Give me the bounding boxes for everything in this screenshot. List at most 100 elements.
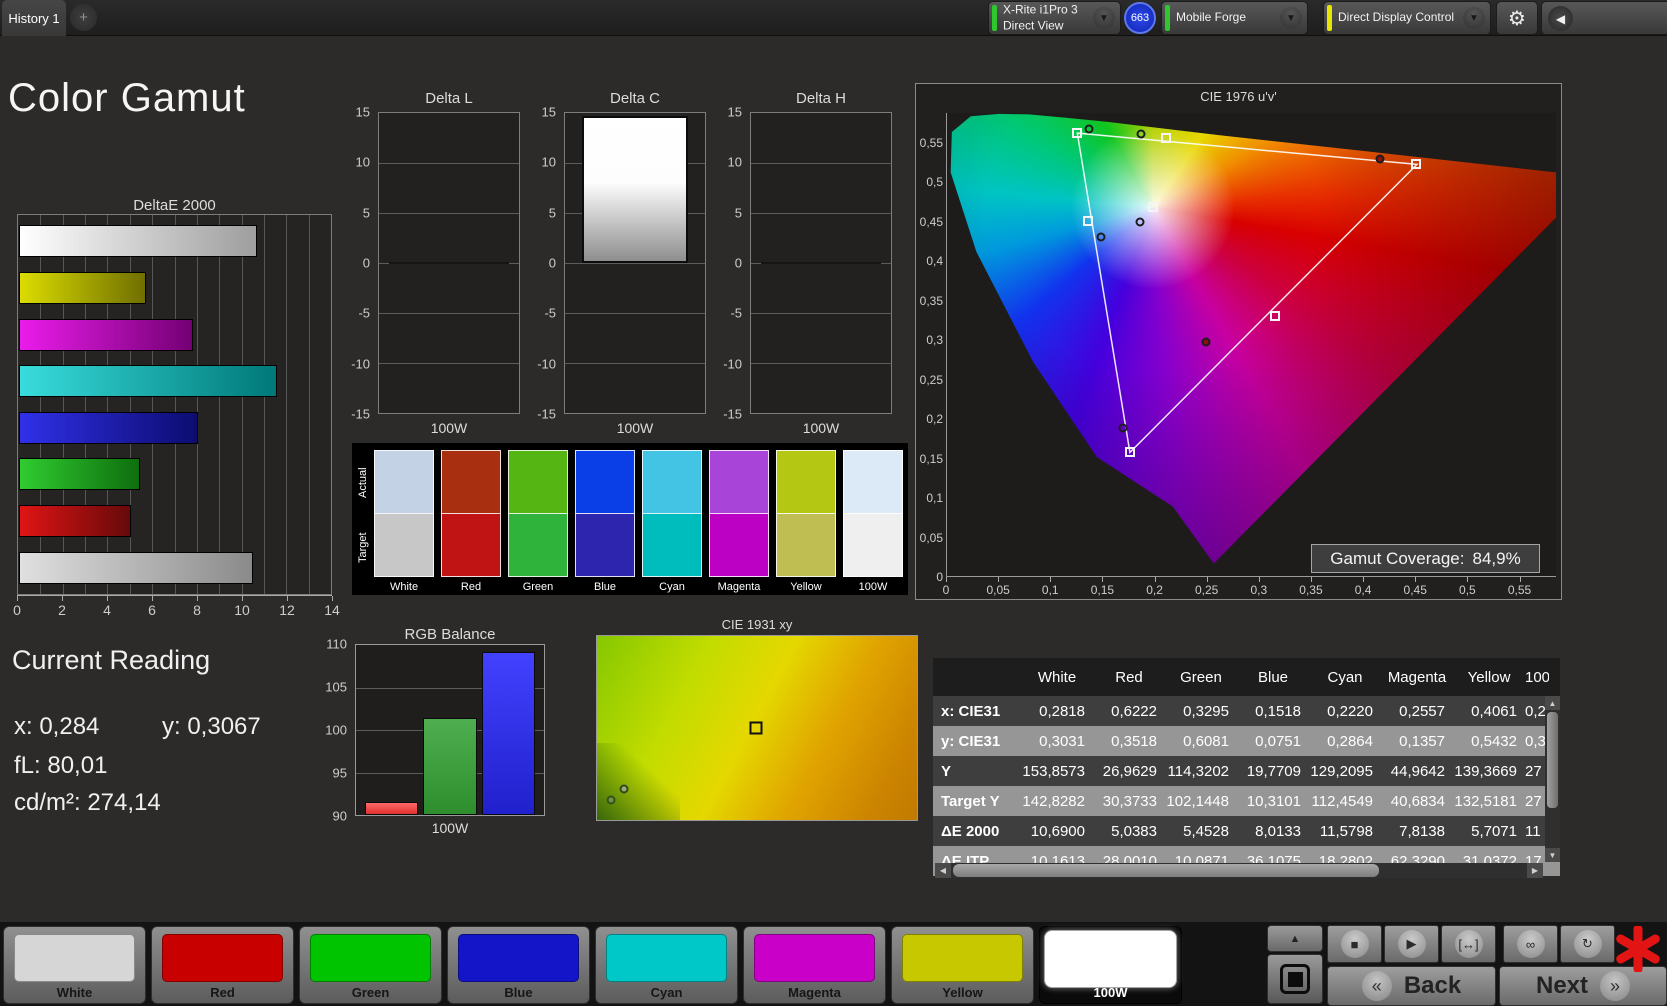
table-vertical-scrollbar[interactable]: ▲ ▼ xyxy=(1545,696,1560,862)
cie1976-title: CIE 1976 u'v' xyxy=(916,89,1561,104)
table-horizontal-scrollbar[interactable]: ◀ ▶ xyxy=(935,863,1543,878)
x-tick-label: 0,15 xyxy=(1091,583,1114,597)
table-cell: 0,2818 xyxy=(1021,703,1093,720)
actual-swatch-yellow xyxy=(776,450,836,514)
y-tick-label: 0,1 xyxy=(926,491,943,505)
swatch-label: Red xyxy=(441,581,501,593)
y-tick-label: -10 xyxy=(723,356,742,371)
add-tab-button[interactable]: + xyxy=(70,4,97,31)
meter-count-badge[interactable]: 663 xyxy=(1124,2,1156,34)
stop-button[interactable]: ■ xyxy=(1327,925,1382,963)
target-point-white xyxy=(1148,202,1158,212)
measured-point-blue xyxy=(1118,424,1127,433)
pattern-button-yellow[interactable]: Yellow xyxy=(891,926,1034,1004)
swatch-column: Green xyxy=(508,450,568,593)
reading-x: x: 0,284 xyxy=(14,713,99,741)
table-cell: 5,4528 xyxy=(1165,823,1237,840)
y-tick-label: 0,45 xyxy=(920,215,943,229)
source-dropdown[interactable]: Mobile Forge ▼ xyxy=(1161,1,1308,35)
table-row: x: CIE310,28180,62220,32950,15180,22200,… xyxy=(933,696,1560,726)
deltae-tick xyxy=(107,596,108,601)
table-row: Target Y142,828230,3733102,144810,310111… xyxy=(933,786,1560,816)
table-cell: 0,4061 xyxy=(1453,703,1525,720)
table-cell: 8,0133 xyxy=(1237,823,1309,840)
swatch-label: 100W xyxy=(843,581,903,593)
pattern-button-blue[interactable]: Blue xyxy=(447,926,590,1004)
pattern-button-white[interactable]: White xyxy=(3,926,146,1004)
collapse-panel-button[interactable]: ◀ xyxy=(1541,1,1667,35)
pattern-button-magenta[interactable]: Magenta xyxy=(743,926,886,1004)
delta-plot xyxy=(750,112,892,414)
table-cell: 153,8573 xyxy=(1021,763,1093,780)
pattern-button-red[interactable]: Red xyxy=(151,926,294,1004)
table-cell: 139,3669 xyxy=(1453,763,1525,780)
x-tick xyxy=(1415,577,1416,582)
rgb-ylabels: 1101051009590 xyxy=(311,644,351,816)
deltae-bar-magenta xyxy=(19,319,193,351)
rgb-plot xyxy=(355,644,545,816)
back-button[interactable]: « Back xyxy=(1327,966,1496,1006)
actual-swatch-magenta xyxy=(709,450,769,514)
scroll-up-icon[interactable]: ▲ xyxy=(1545,696,1560,710)
y-tick-label: 5 xyxy=(735,205,742,220)
target-swatch-red xyxy=(441,513,501,577)
x-tick-label: 0,3 xyxy=(1250,583,1267,597)
scroll-left-icon[interactable]: ◀ xyxy=(935,863,951,878)
panel-up-button[interactable]: ▲ xyxy=(1267,925,1323,952)
scroll-down-icon[interactable]: ▼ xyxy=(1545,848,1560,862)
pattern-button-100w[interactable]: 100W xyxy=(1039,926,1182,1004)
hscroll-thumb[interactable] xyxy=(953,864,1379,877)
settings-gear-button[interactable]: ⚙ xyxy=(1496,1,1538,35)
measure-window-button[interactable]: [↔] xyxy=(1441,925,1496,963)
meter-dropdown-label: X-Rite i1Pro 3Direct View xyxy=(1003,2,1078,33)
swatch-column: 100W xyxy=(843,450,903,593)
swatch-columns: WhiteRedGreenBlueCyanMagentaYellow100W xyxy=(374,450,903,593)
pattern-button-label: Magenta xyxy=(744,985,885,1000)
deltae-tick-label: 2 xyxy=(58,602,66,618)
delta-y-labels: 151050-5-10-15 xyxy=(338,112,374,414)
alert-asterisk-icon[interactable] xyxy=(1614,926,1662,972)
pattern-button-green[interactable]: Green xyxy=(299,926,442,1004)
y-tick-label: 100 xyxy=(325,723,347,738)
x-axis-label: 100W xyxy=(750,420,892,436)
page-title: Color Gamut xyxy=(8,76,246,121)
play-button[interactable]: ▶ xyxy=(1384,925,1439,963)
cie1931-plot xyxy=(596,635,918,821)
deltae-bar-white xyxy=(19,225,257,257)
deltae-tick-label: 6 xyxy=(148,602,156,618)
loop-button[interactable]: ↻ xyxy=(1560,925,1615,963)
target-point-yellow xyxy=(1161,133,1171,143)
display-control-dropdown[interactable]: Direct Display Control ▼ xyxy=(1323,1,1491,35)
y-tick-label: -15 xyxy=(351,407,370,422)
gridline xyxy=(379,363,519,364)
deltae-bar-100w xyxy=(19,552,253,584)
vscroll-thumb[interactable] xyxy=(1547,712,1558,808)
target-point-blue xyxy=(1125,447,1135,457)
deltae-bar-blue xyxy=(19,412,198,444)
current-reading-title: Current Reading xyxy=(12,645,210,676)
row-label: x: CIE31 xyxy=(933,703,1021,720)
pattern-button-cyan[interactable]: Cyan xyxy=(595,926,738,1004)
continuous-button[interactable]: ∞ xyxy=(1503,925,1558,963)
pattern-swatch xyxy=(1044,930,1177,988)
actual-swatch-cyan xyxy=(642,450,702,514)
back-button-label: Back xyxy=(1404,972,1461,1000)
meter-dropdown[interactable]: X-Rite i1Pro 3Direct View ▼ xyxy=(988,1,1121,35)
pattern-swatch xyxy=(902,934,1023,982)
delta-bar xyxy=(582,116,688,263)
table-cell: 142,8282 xyxy=(1021,793,1093,810)
table-cell: 19,7709 xyxy=(1237,763,1309,780)
target-swatch-white xyxy=(374,513,434,577)
chevron-down-icon: ▼ xyxy=(1463,7,1485,29)
rgb-bar-red xyxy=(365,802,418,815)
gamut-coverage-readout: Gamut Coverage: 84,9% xyxy=(1311,544,1540,573)
history-tab[interactable]: History 1 xyxy=(2,0,66,36)
measure-window-icon: [↔] xyxy=(1455,930,1483,958)
y-tick-label: -15 xyxy=(723,407,742,422)
target-row-label: Target xyxy=(354,516,372,580)
y-tick-label: -10 xyxy=(351,356,370,371)
reading-cdm2: cd/m²: 274,14 xyxy=(14,789,161,817)
swatch-label: White xyxy=(374,581,434,593)
scroll-right-icon[interactable]: ▶ xyxy=(1527,863,1543,878)
pattern-window-button[interactable] xyxy=(1267,954,1323,1004)
